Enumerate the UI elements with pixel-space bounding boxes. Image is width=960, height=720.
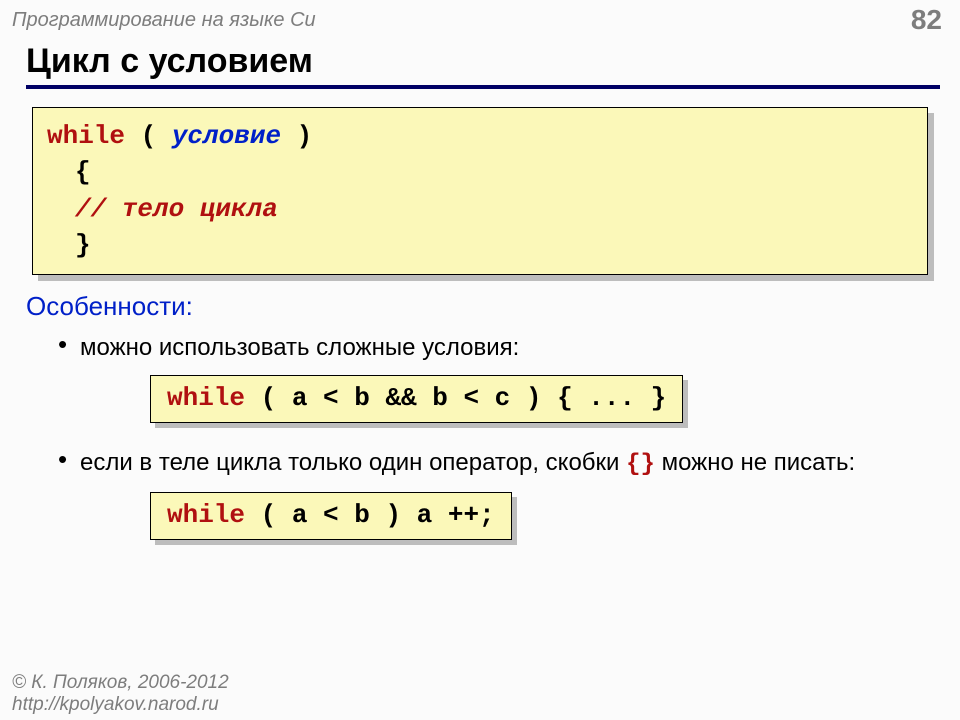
title-underline	[26, 85, 940, 89]
slide-footer: © К. Поляков, 2006-2012 http://kpolyakov…	[12, 672, 229, 716]
code-rest: ( a < b && b < c ) { ... }	[245, 383, 666, 413]
keyword-while: while	[167, 500, 245, 530]
body-comment: // тело цикла	[47, 191, 278, 227]
slide-title: Цикл с условием	[26, 42, 960, 81]
rparen: )	[281, 121, 312, 151]
header-subject: Программирование на языке Си	[12, 9, 316, 32]
features-heading: Особенности:	[26, 291, 934, 322]
feature-2-text-after: можно не писать:	[655, 449, 855, 476]
code-line-4: }	[47, 227, 913, 263]
code-line-2: {	[47, 154, 913, 190]
code-box-body: while ( условие ) { // тело цикла }	[32, 107, 928, 275]
features-list: можно использовать сложные условия: whil…	[26, 332, 934, 554]
code-line-1: while ( условие )	[47, 118, 913, 154]
code-box-complex-condition: while ( a < b && b < c ) { ... }	[150, 375, 683, 423]
close-brace: }	[47, 227, 91, 263]
code-box-body: while ( a < b && b < c ) { ... }	[150, 375, 683, 423]
code-box-single-statement: while ( a < b ) a ++;	[150, 492, 512, 540]
code-box-body: while ( a < b ) a ++;	[150, 492, 512, 540]
feature-1-text: можно использовать сложные условия:	[80, 334, 519, 361]
feature-item-2: если в теле цикла только один оператор, …	[58, 447, 934, 554]
keyword-while: while	[47, 121, 125, 151]
footer-copyright: © К. Поляков, 2006-2012	[12, 672, 229, 694]
slide-content: while ( условие ) { // тело цикла } Особ…	[0, 107, 960, 554]
slide-header: Программирование на языке Си 82	[0, 0, 960, 36]
keyword-while: while	[167, 383, 245, 413]
feature-item-1: можно использовать сложные условия: whil…	[58, 332, 934, 437]
code-rest: ( a < b ) a ++;	[245, 500, 495, 530]
open-brace: {	[47, 154, 91, 190]
page-number: 82	[911, 4, 942, 36]
code-line-3: // тело цикла	[47, 191, 913, 227]
keyword-condition: условие	[172, 121, 281, 151]
lparen: (	[125, 121, 172, 151]
inline-braces: {}	[626, 451, 655, 478]
footer-url: http://kpolyakov.narod.ru	[12, 694, 229, 716]
code-box-main: while ( условие ) { // тело цикла }	[32, 107, 928, 275]
feature-2-text-before: если в теле цикла только один оператор, …	[80, 449, 626, 476]
